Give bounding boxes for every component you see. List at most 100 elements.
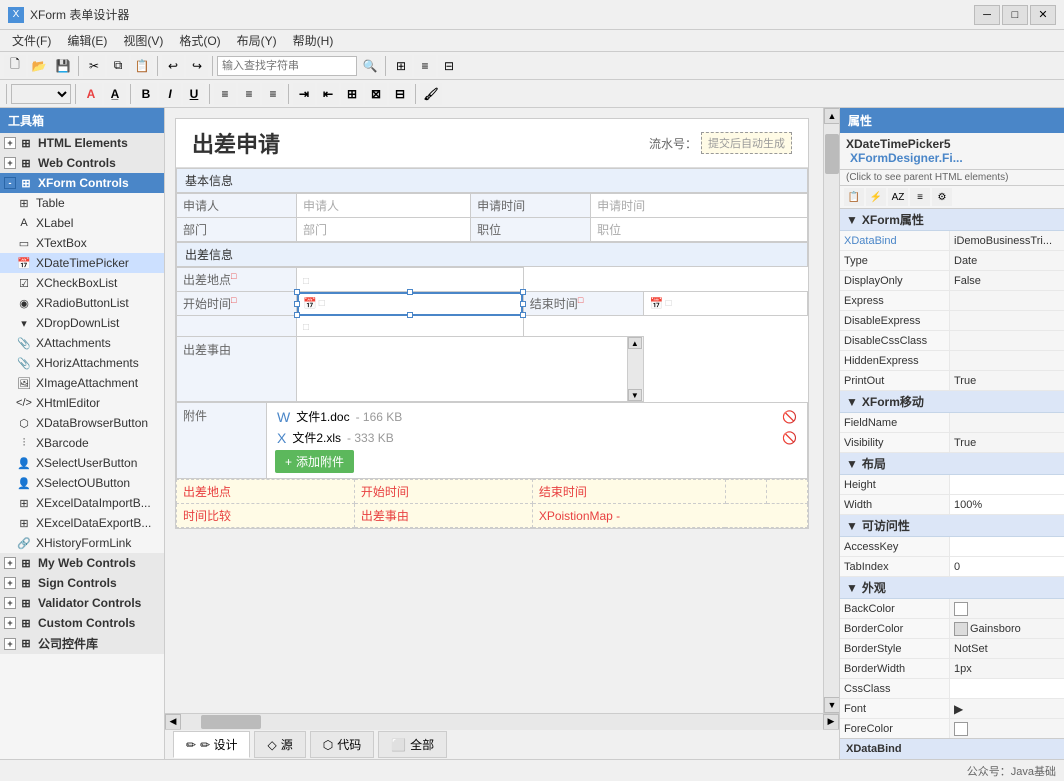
align-center-button[interactable]: ≡ — [238, 83, 260, 105]
expand-company-icon[interactable]: + — [4, 638, 16, 650]
resize-handle-lm[interactable] — [294, 301, 300, 307]
prop-borderstyle-value[interactable]: NotSet — [950, 639, 1064, 658]
tab-design[interactable]: ✏ ✏ 设计 — [173, 731, 250, 758]
prop-height-value[interactable] — [950, 475, 1064, 494]
props-btn-filter[interactable]: ≡ — [910, 188, 930, 206]
italic-button[interactable]: I — [159, 83, 181, 105]
table-view-button[interactable]: ⊟ — [438, 55, 460, 77]
resize-handle-bl[interactable] — [294, 312, 300, 318]
prop-width-value[interactable]: 100% — [950, 495, 1064, 514]
prop-group-layout[interactable]: ▼ 布局 — [840, 453, 1064, 475]
sidebar-item-xradiobuttonlist[interactable]: ◉ XRadioButtonList — [0, 293, 164, 313]
canvas-scroll[interactable]: ▲ ▼ 出差申请 流水号： 提交后自动生成 基本信息 — [165, 108, 839, 713]
prop-disableexpress-value[interactable] — [950, 311, 1064, 330]
new-button[interactable]: 🗋 — [4, 55, 26, 77]
prop-hiddenexpress-value[interactable] — [950, 351, 1064, 370]
sidebar-item-xdatetimepicker[interactable]: 📅 XDateTimePicker — [0, 253, 164, 273]
menu-layout[interactable]: 布局(Y) — [229, 30, 285, 51]
sidebar-item-xdropdownlist[interactable]: ▾ XDropDownList — [0, 313, 164, 333]
end-time-field[interactable]: 📅 □ — [643, 292, 807, 316]
prop-tabindex-value[interactable]: 0 — [950, 557, 1064, 576]
reason-scroll-down[interactable]: ▼ — [628, 389, 642, 401]
file1-delete-icon[interactable]: 🚫 — [782, 410, 797, 424]
prop-group-xform[interactable]: ▼ XForm属性 — [840, 209, 1064, 231]
scroll-right-button[interactable]: ▶ — [823, 714, 839, 730]
search-input[interactable] — [217, 56, 357, 76]
scroll-up-button[interactable]: ▲ — [824, 108, 839, 124]
expand-validator-icon[interactable]: + — [4, 597, 16, 609]
resize-handle-rm[interactable] — [520, 301, 526, 307]
props-btn-events[interactable]: ⚡ — [866, 188, 886, 206]
applicant-field[interactable]: 申请人 — [297, 194, 471, 218]
props-btn-properties[interactable]: 📋 — [844, 188, 864, 206]
expand-sign-icon[interactable]: + — [4, 577, 16, 589]
tab-code[interactable]: ⬡ 代码 — [310, 731, 375, 758]
copy-button[interactable]: ⧉ — [107, 55, 129, 77]
sidebar-group-html-elements[interactable]: + ⊞ HTML Elements — [0, 133, 164, 153]
expand-xform-icon[interactable]: - — [4, 177, 16, 189]
highlight-button[interactable]: A̲ — [104, 83, 126, 105]
sidebar-item-xdatabrowserbutton[interactable]: ⬡ XDataBrowserButton — [0, 413, 164, 433]
list-view-button[interactable]: ≡ — [414, 55, 436, 77]
time-field[interactable]: 申请时间 — [591, 194, 808, 218]
expand-html-icon[interactable]: + — [4, 137, 16, 149]
position-field[interactable]: 职位 — [591, 218, 808, 242]
menu-view[interactable]: 视图(V) — [115, 30, 171, 51]
align-right-button[interactable]: ≡ — [262, 83, 284, 105]
format-btn1[interactable]: ⊞ — [341, 83, 363, 105]
align-left-button[interactable]: ≡ — [214, 83, 236, 105]
sidebar-item-xhistoryformlink[interactable]: 🔗 XHistoryFormLink — [0, 533, 164, 553]
paint-button[interactable]: 🖌 — [420, 83, 442, 105]
font-color-button[interactable]: A — [80, 83, 102, 105]
sidebar-item-xattachments[interactable]: 📎 XAttachments — [0, 333, 164, 353]
prop-bordercolor-value[interactable]: Gainsboro — [950, 619, 1064, 638]
open-button[interactable]: 📂 — [28, 55, 50, 77]
sidebar-group-xform-controls[interactable]: - ⊞ XForm Controls — [0, 173, 164, 193]
sidebar-group-mywebcontrols[interactable]: + ⊞ My Web Controls — [0, 553, 164, 573]
paste-button[interactable]: 📋 — [131, 55, 153, 77]
resize-handle-tl[interactable] — [294, 289, 300, 295]
sidebar-item-ximageattachment[interactable]: 🖼 XImageAttachment — [0, 373, 164, 393]
prop-group-xform-mobile[interactable]: ▼ XForm移动 — [840, 391, 1064, 413]
sidebar-item-xhorizattachments[interactable]: 📎 XHorizAttachments — [0, 353, 164, 373]
sidebar-item-xcheckboxlist[interactable]: ☑ XCheckBoxList — [0, 273, 164, 293]
grid-view-button[interactable]: ⊞ — [390, 55, 412, 77]
prop-visibility-value[interactable]: True — [950, 433, 1064, 452]
reason-textarea[interactable] — [303, 340, 637, 395]
format-btn2[interactable]: ⊠ — [365, 83, 387, 105]
expand-custom-icon[interactable]: + — [4, 617, 16, 629]
prop-group-appearance[interactable]: ▼ 外观 — [840, 577, 1064, 599]
prop-cssclass-value[interactable] — [950, 679, 1064, 698]
sidebar-item-xexceldataexport[interactable]: ⊞ XExcelDataExportB... — [0, 513, 164, 533]
resize-handle-tm[interactable] — [407, 289, 413, 295]
prop-accesskey-value[interactable] — [950, 537, 1064, 556]
prop-fieldname-value[interactable] — [950, 413, 1064, 432]
add-attachment-button[interactable]: + 添加附件 — [275, 450, 354, 473]
sidebar-group-sign-controls[interactable]: + ⊞ Sign Controls — [0, 573, 164, 593]
sidebar-item-xlabel[interactable]: A XLabel — [0, 213, 164, 233]
bold-button[interactable]: B — [135, 83, 157, 105]
prop-displayonly-value[interactable]: False — [950, 271, 1064, 290]
scroll-down-button[interactable]: ▼ — [824, 697, 839, 713]
indent-button[interactable]: ⇥ — [293, 83, 315, 105]
prop-backcolor-value[interactable] — [950, 599, 1064, 618]
outdent-button[interactable]: ⇤ — [317, 83, 339, 105]
save-button[interactable]: 💾 — [52, 55, 74, 77]
sidebar-group-company-controls[interactable]: + ⊞ 公司控件库 — [0, 633, 164, 654]
menu-edit[interactable]: 编辑(E) — [59, 30, 115, 51]
menu-file[interactable]: 文件(F) — [4, 30, 59, 51]
extra-field[interactable]: □ — [297, 316, 524, 337]
undo-button[interactable]: ↩ — [162, 55, 184, 77]
sidebar-item-xtextbox[interactable]: ▭ XTextBox — [0, 233, 164, 253]
tab-all[interactable]: ⬜ 全部 — [378, 731, 447, 758]
expand-web-icon[interactable]: + — [4, 157, 16, 169]
props-btn-sort[interactable]: AZ — [888, 188, 908, 206]
menu-help[interactable]: 帮助(H) — [285, 30, 342, 51]
resize-handle-tr[interactable] — [520, 289, 526, 295]
file2-delete-icon[interactable]: 🚫 — [782, 431, 797, 445]
prop-express-value[interactable] — [950, 291, 1064, 310]
sidebar-item-table[interactable]: ⊞ Table — [0, 193, 164, 213]
reason-scroll-up[interactable]: ▲ — [628, 337, 642, 349]
redo-button[interactable]: ↪ — [186, 55, 208, 77]
scroll-left-button[interactable]: ◀ — [165, 714, 181, 730]
